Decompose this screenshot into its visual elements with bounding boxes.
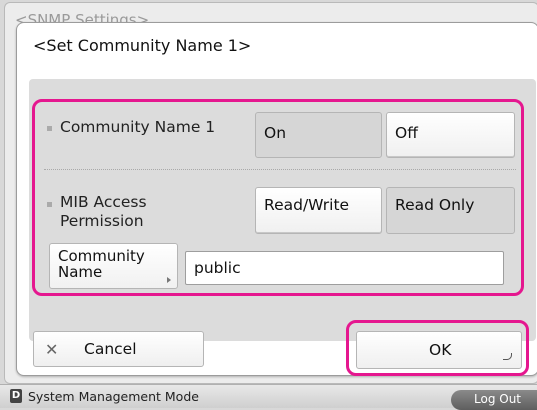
close-icon: ✕ bbox=[45, 340, 59, 359]
ok-highlight-frame bbox=[346, 320, 529, 376]
cancel-label: Cancel bbox=[84, 340, 137, 358]
log-out-button[interactable]: Log Out bbox=[451, 390, 537, 410]
system-mode-icon: D bbox=[10, 389, 22, 403]
dialog-title: <Set Community Name 1> bbox=[33, 36, 252, 55]
cancel-button[interactable]: ✕ Cancel bbox=[33, 331, 204, 367]
settings-highlight-frame bbox=[32, 99, 524, 296]
system-mode-label: System Management Mode bbox=[28, 389, 199, 404]
status-bar: D System Management Mode Log Out bbox=[0, 384, 537, 410]
